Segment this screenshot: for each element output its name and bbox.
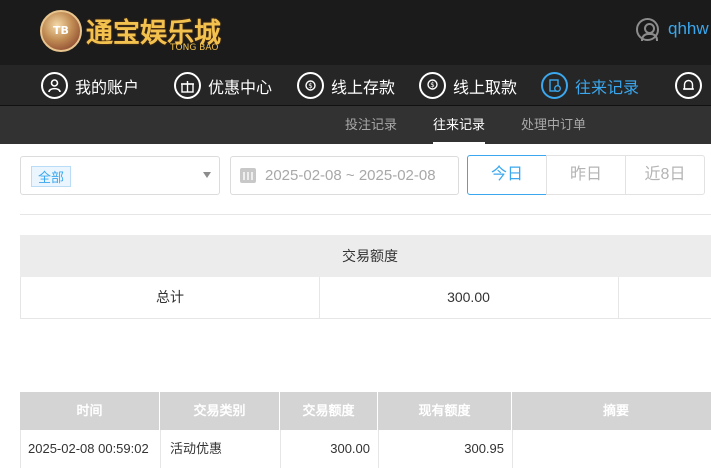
column-header-amount: 交易额度 bbox=[280, 392, 378, 430]
deposit-icon: $ bbox=[297, 72, 324, 99]
user-icon bbox=[41, 72, 68, 99]
nav-item-online-deposit[interactable]: $ 线上存款 bbox=[297, 65, 395, 106]
nav-item-label: 线上存款 bbox=[331, 79, 396, 97]
selected-type-tag[interactable]: 全部 bbox=[31, 166, 72, 187]
column-header-memo: 摘要 bbox=[602, 403, 629, 418]
nav-item-transaction-records[interactable]: 往来记录 bbox=[541, 65, 639, 106]
nav-item-label: 优惠中心 bbox=[208, 79, 273, 97]
top-header: TB 通宝娱乐城 TONG BAO qhhw bbox=[0, 0, 711, 65]
column-header-type: 交易类别 bbox=[160, 392, 280, 430]
withdraw-icon: $ bbox=[419, 72, 446, 99]
sub-nav: 投注记录 往来记录 处理中订单 bbox=[0, 106, 711, 144]
summary-label: 总计 bbox=[156, 289, 184, 305]
brand-logo[interactable]: TB 通宝娱乐城 TONG BAO bbox=[40, 8, 240, 56]
logo-badge-text: TB bbox=[53, 24, 69, 37]
row-balance: 300.95 bbox=[379, 430, 513, 468]
user-menu[interactable]: qhhw bbox=[636, 16, 709, 42]
divider bbox=[20, 214, 711, 215]
summary-amount: 300.00 bbox=[447, 289, 490, 305]
records-icon bbox=[541, 72, 568, 99]
nav-item-label: 线上取款 bbox=[453, 79, 518, 97]
tab-transaction-records[interactable]: 往来记录 bbox=[433, 106, 486, 144]
transaction-type-select[interactable]: 全部 bbox=[20, 156, 220, 195]
nav-item-label: 往来记录 bbox=[575, 79, 640, 97]
row-memo bbox=[513, 430, 711, 468]
avatar-icon bbox=[636, 17, 659, 41]
nav-item-notifications[interactable] bbox=[675, 65, 709, 106]
calendar-icon bbox=[240, 168, 256, 183]
table-header: 时间 交易类别 交易额度 现有额度 摘要 bbox=[20, 392, 711, 430]
today-button[interactable]: 今日 bbox=[467, 155, 547, 195]
nav-item-label: 我的账户 bbox=[75, 79, 140, 97]
row-type: 活动优惠 bbox=[161, 430, 281, 468]
svg-text:$: $ bbox=[308, 82, 312, 90]
last-8-days-button[interactable]: 近8日 bbox=[625, 155, 705, 195]
nav-item-my-account[interactable]: 我的账户 bbox=[41, 65, 139, 106]
row-amount: 300.00 bbox=[281, 430, 379, 468]
column-divider bbox=[618, 277, 619, 318]
gift-icon bbox=[174, 72, 201, 99]
table-row: 2025-02-08 00:59:02 活动优惠 300.00 300.95 bbox=[20, 430, 711, 468]
date-range-picker[interactable]: 2025-02-08 ~ 2025-02-08 bbox=[230, 156, 459, 195]
summary-header: 交易额度 bbox=[20, 235, 711, 277]
tab-pending-orders[interactable]: 处理中订单 bbox=[521, 106, 586, 144]
logo-badge-icon: TB bbox=[40, 10, 82, 52]
username: qhhw bbox=[668, 19, 709, 38]
column-header-balance: 现有额度 bbox=[378, 392, 512, 430]
column-header-time: 时间 bbox=[20, 392, 160, 430]
bell-icon bbox=[675, 72, 702, 99]
nav-item-online-withdraw[interactable]: $ 线上取款 bbox=[419, 65, 517, 106]
chevron-down-icon bbox=[203, 172, 211, 178]
tab-bet-records[interactable]: 投注记录 bbox=[345, 106, 397, 144]
brand-name-en: TONG BAO bbox=[170, 43, 219, 53]
svg-text:$: $ bbox=[430, 81, 434, 89]
main-nav: 我的账户 优惠中心 $ 线上存款 $ 线上取款 往来记录 bbox=[0, 65, 711, 106]
date-range-value: 2025-02-08 ~ 2025-02-08 bbox=[265, 167, 436, 184]
row-time: 2025-02-08 00:59:02 bbox=[21, 430, 161, 468]
summary-row: 总计 300.00 bbox=[20, 277, 711, 319]
yesterday-button[interactable]: 昨日 bbox=[546, 155, 626, 195]
nav-item-promotions[interactable]: 优惠中心 bbox=[174, 65, 272, 106]
